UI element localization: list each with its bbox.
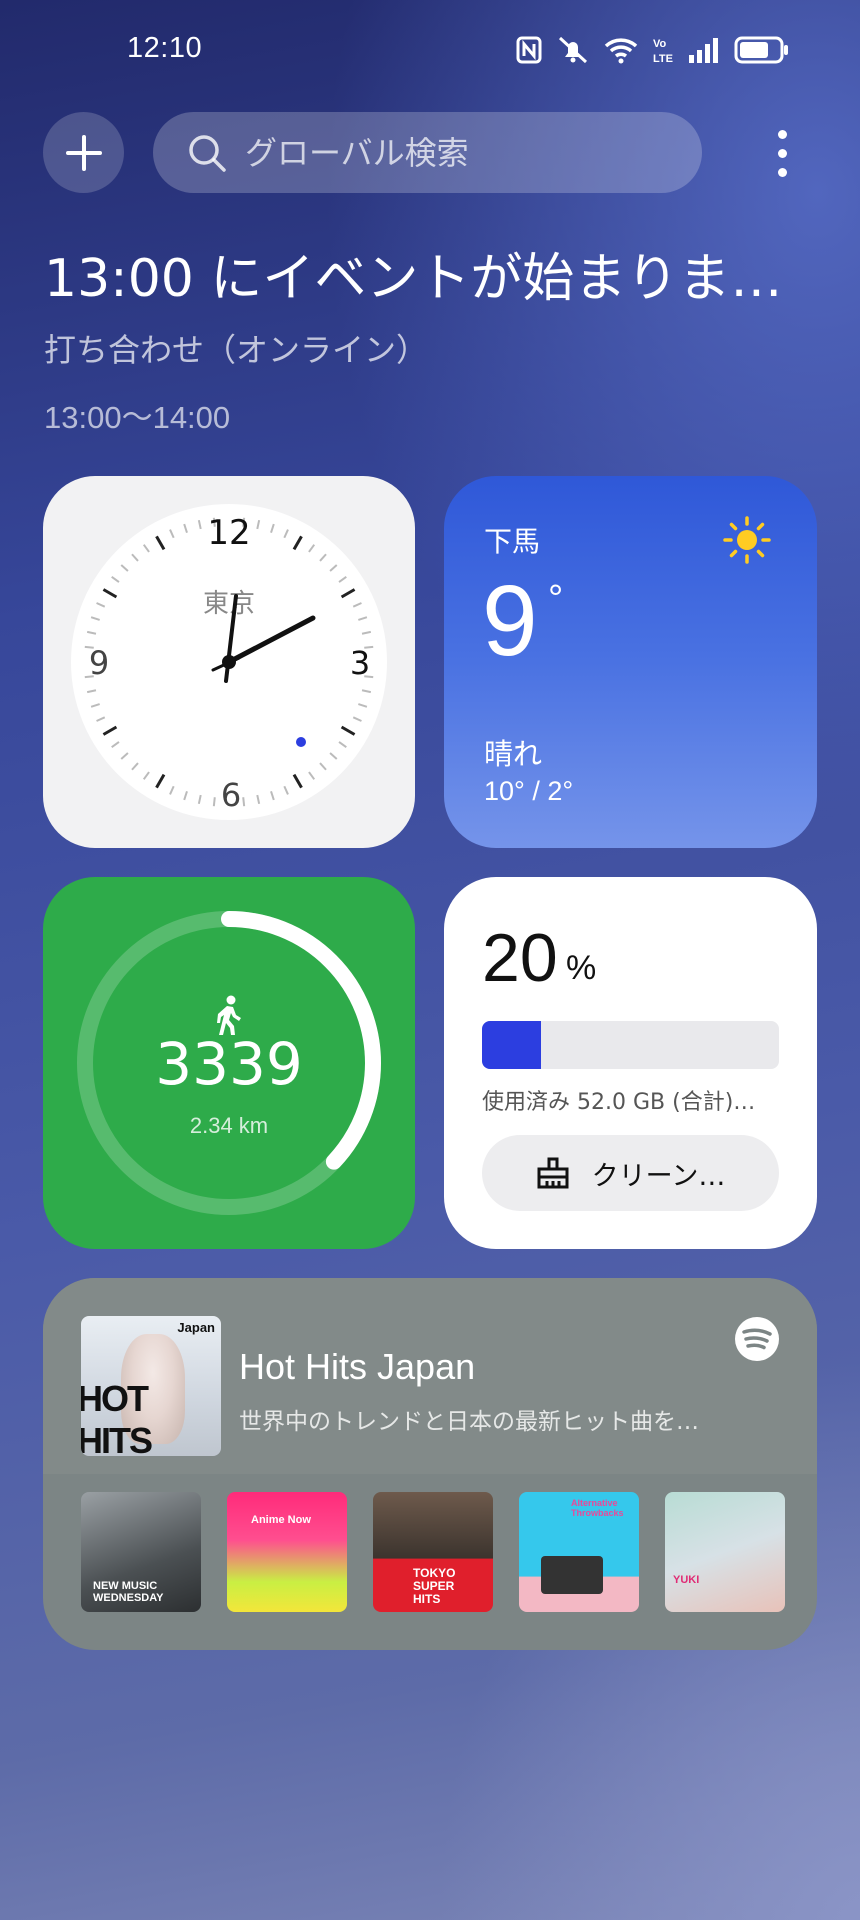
more-options-button[interactable] [758,118,806,188]
playlist-title[interactable]: Hot Hits Japan [239,1346,475,1388]
thumb-alternative-throwbacks[interactable]: Alternative Throwbacks [519,1492,639,1612]
spotify-icon[interactable] [734,1316,780,1362]
volte-icon: Vo LTE [653,38,673,65]
thumb-label: YUKI [673,1574,700,1586]
nfc-icon [516,36,542,64]
search-input[interactable] [245,133,685,172]
clean-button-label: クリーン… [591,1160,726,1192]
clock-tick [242,797,246,807]
storage-bar [482,1021,779,1069]
thumb-new-music-wednesday[interactable]: NEW MUSIC WEDNESDAY [81,1492,201,1612]
steps-count: 3339 [155,1030,303,1098]
storage-used: 使用済み 52.0 GB (合計)… [482,1090,756,1115]
search-icon [189,134,226,172]
event-subtitle: 打ち合わせ（オンライン） [44,331,429,369]
weather-temperature: 9 [482,565,538,677]
numeral-6: 6 [221,776,241,814]
storage-bar-fill [482,1021,542,1069]
cover-title: HOT HITS [81,1378,153,1456]
sun-icon [723,516,771,564]
thumb-label: NEW MUSIC WEDNESDAY [93,1580,164,1604]
storage-unit: % [566,949,597,987]
playlist-description: 世界中のトレンドと日本の最新ヒット曲を… [239,1409,699,1435]
analog-clock: 12 3 6 9 東京 [71,504,387,820]
steps-distance: 2.34 km [189,1113,269,1138]
signal-icon [689,38,718,63]
thumb-label: TOKYO SUPER HITS [413,1566,456,1606]
weather-city: 下馬 [484,525,541,558]
thumb-anime-now[interactable]: Anime Now [227,1492,347,1612]
playlist-thumbnails: NEW MUSIC WEDNESDAY Anime Now TOKYO SUPE… [81,1492,785,1612]
weather-range: 10° / 2° [484,776,574,806]
dot-icon [777,167,787,177]
event-title[interactable]: 13:00 にイベントが始まりま… [44,236,824,311]
global-search-bar[interactable] [153,112,702,193]
svg-text:LTE: LTE [653,53,673,65]
broom-icon [537,1157,569,1189]
thumb-label: Anime Now [251,1514,311,1526]
clean-button[interactable]: クリーン… [482,1135,779,1211]
add-widget-button[interactable] [43,112,124,193]
storage-percent: 20 [482,920,558,996]
dot-icon [777,148,787,158]
event-time: 13:00～14:00 [44,400,231,435]
status-time: 12:10 [127,32,203,64]
storage-widget[interactable]: 20 % 使用済み 52.0 GB (合計)… クリーン… [444,877,817,1249]
dot-icon [777,129,787,139]
numeral-12: 12 [207,513,250,553]
plus-icon [65,134,102,171]
weather-condition: 晴れ [484,737,543,771]
clock-widget[interactable]: 12 3 6 9 東京 [43,476,415,848]
steps-widget[interactable]: 3339 2.34 km [43,877,415,1249]
svg-text:Vo: Vo [653,38,667,50]
status-icons: Vo LTE [516,30,790,70]
cover-tag: Japan [177,1320,215,1335]
clock-center [222,655,236,669]
degree-symbol: ° [548,578,564,620]
thumb-yuki[interactable]: YUKI [665,1492,785,1612]
wifi-icon [604,38,638,64]
playlist-cover[interactable]: Japan HOT HITS [81,1316,221,1456]
battery-icon [734,36,788,64]
numeral-3: 3 [350,644,370,682]
thumb-tokyo-super-hits[interactable]: TOKYO SUPER HITS [373,1492,493,1612]
mute-icon [558,36,588,64]
second-dot [296,737,306,747]
clock-tick [212,797,216,807]
spotify-widget[interactable]: Japan HOT HITS Hot Hits Japan 世界中のトレンドと日… [43,1278,817,1650]
numeral-9: 9 [89,644,109,682]
thumb-label: Alternative Throwbacks [571,1498,624,1518]
clock-city: 東京 [203,589,255,619]
weather-widget[interactable]: 下馬 9 ° 晴れ 10° / 2° [444,476,817,848]
